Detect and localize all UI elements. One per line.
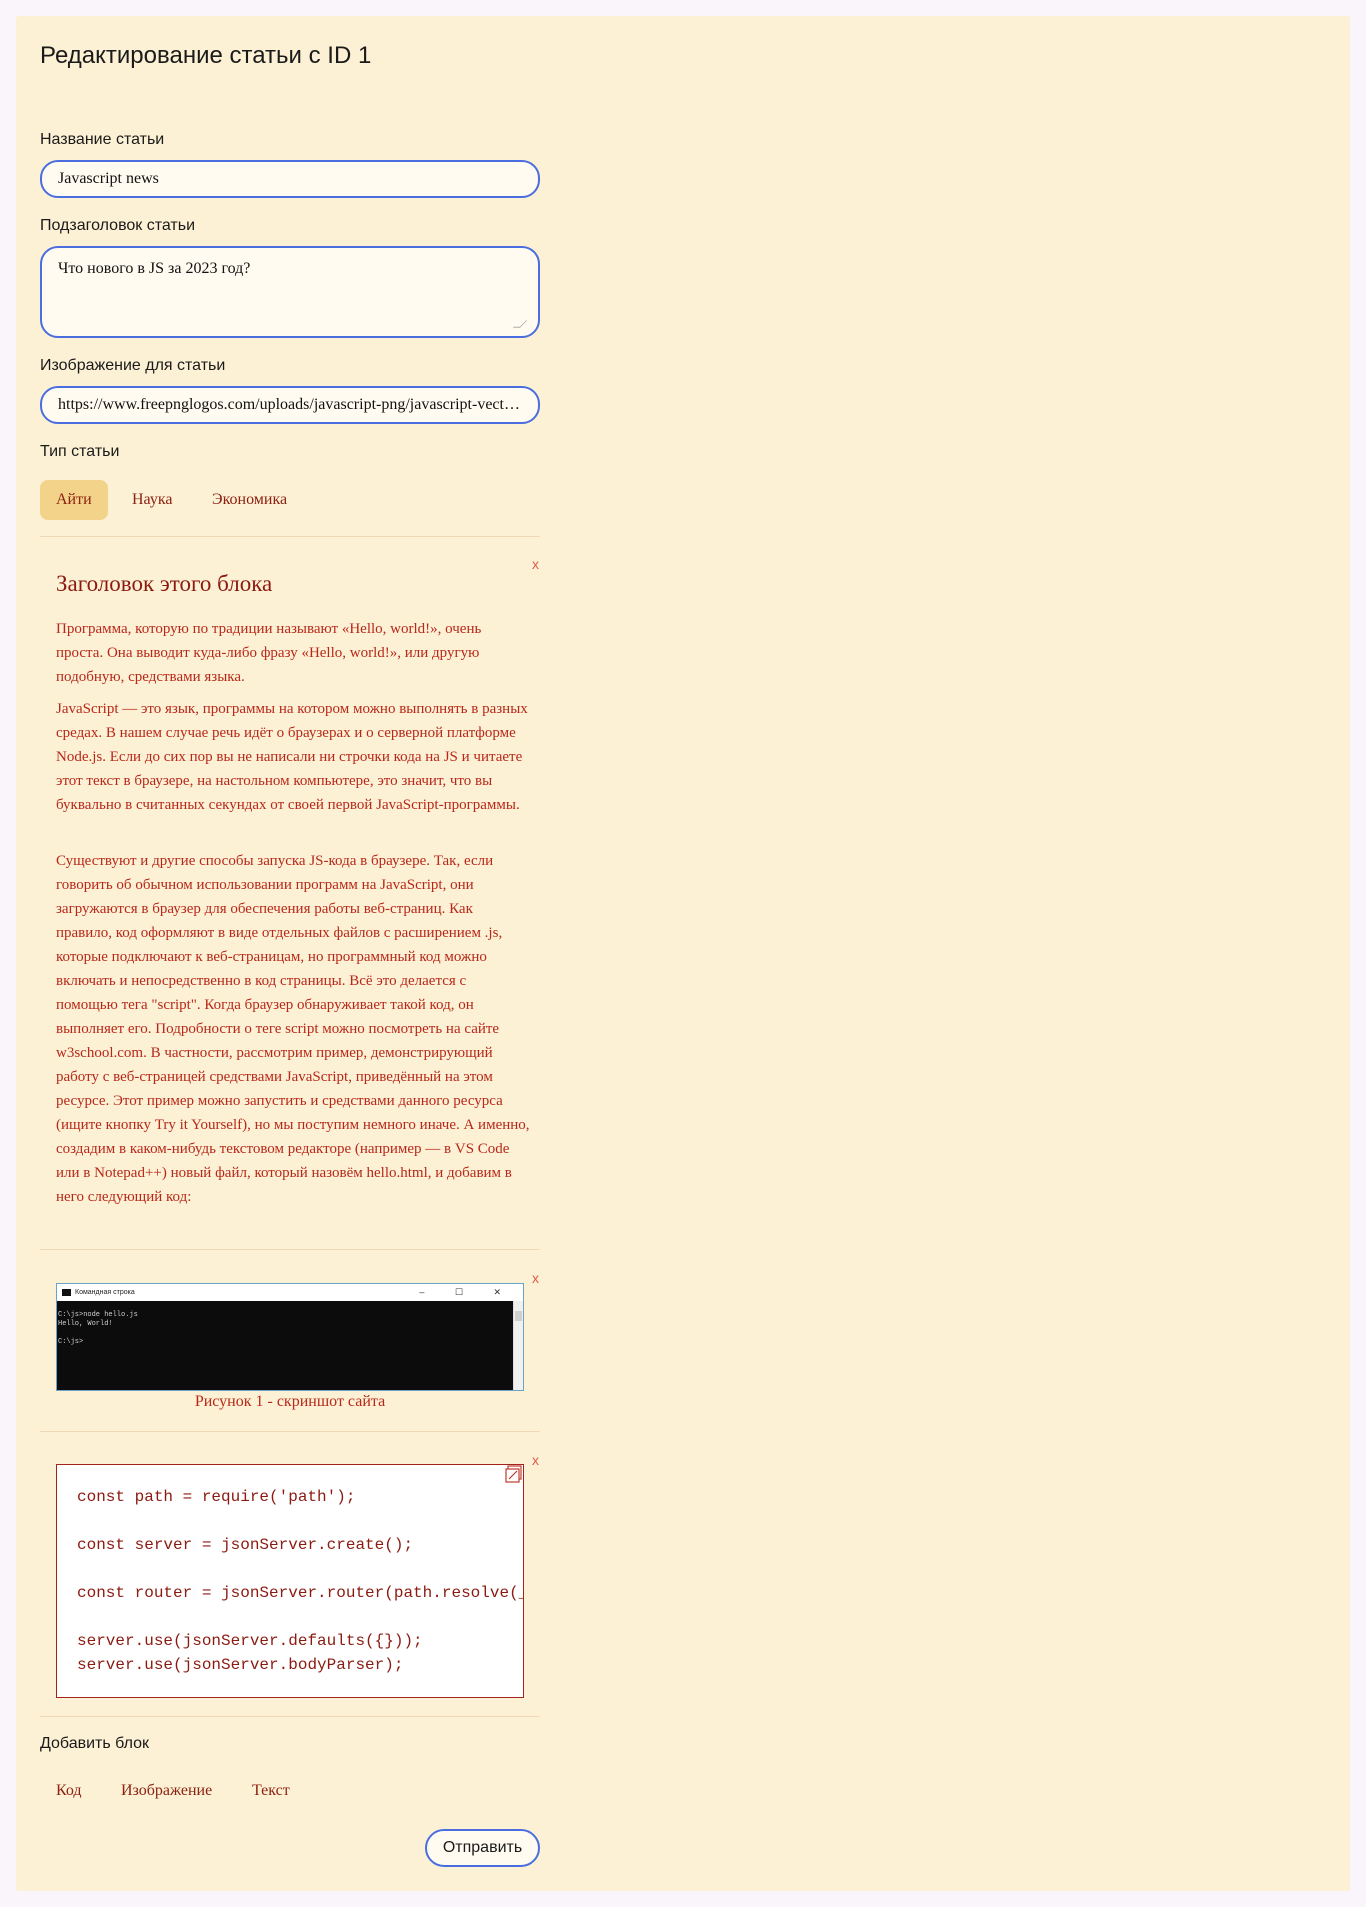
add-code-block-button[interactable]: Код <box>40 1774 98 1808</box>
divider <box>40 1431 540 1432</box>
text-block-title: Заголовок этого блока <box>56 571 273 596</box>
remove-image-block-button[interactable]: x <box>532 1270 539 1286</box>
title-input[interactable]: Javascript news <box>40 160 540 198</box>
type-chip-science[interactable]: Наука <box>116 480 188 520</box>
type-label: Тип статьи <box>40 443 120 460</box>
image-url-input[interactable]: https://www.freepnglogos.com/uploads/jav… <box>40 386 540 424</box>
code-block[interactable]: const path = require('path'); const serv… <box>56 1464 524 1698</box>
text-block-paragraph-3: Существуют и другие способы запуска JS-к… <box>56 853 530 1205</box>
subtitle-value: Что нового в JS за 2023 год? <box>58 260 251 277</box>
console-window-titlebar: Командная строка – ☐ ✕ <box>57 1284 523 1301</box>
console-icon <box>62 1289 71 1296</box>
console-output: C:\js>node hello.js Hello, World! C:\js> <box>57 1301 513 1390</box>
image-label: Изображение для статьи <box>40 357 226 374</box>
code-content: const path = require('path'); const serv… <box>77 1488 523 1674</box>
screenshot-image: Командная строка – ☐ ✕ C:\js>node hello.… <box>56 1283 524 1391</box>
console-scrollbar <box>513 1301 523 1390</box>
text-block-paragraph-1: Программа, которую по традиции называют … <box>56 621 482 685</box>
copy-code-icon[interactable] <box>505 1465 523 1483</box>
type-chip-economy[interactable]: Экономика <box>196 480 303 520</box>
title-label: Название статьи <box>40 131 165 148</box>
submit-button[interactable]: Отправить <box>425 1829 540 1867</box>
add-text-block-button[interactable]: Текст <box>236 1774 306 1808</box>
divider <box>40 1249 540 1250</box>
subtitle-textarea[interactable]: Что нового в JS за 2023 год? <box>40 246 540 338</box>
window-controls-icon: – ☐ ✕ <box>419 1287 515 1297</box>
page-title: Редактирование статьи с ID 1 <box>40 42 372 69</box>
subtitle-label: Подзаголовок статьи <box>40 217 196 234</box>
type-chip-it[interactable]: Айти <box>40 480 108 520</box>
remove-text-block-button[interactable]: x <box>532 556 539 572</box>
resize-handle-icon[interactable] <box>512 320 528 328</box>
text-block-paragraph-2: JavaScript — это язык, программы на кото… <box>56 701 528 813</box>
add-image-block-button[interactable]: Изображение <box>105 1774 228 1808</box>
image-caption: Рисунок 1 - скриншот сайта <box>194 1393 386 1410</box>
console-window-title: Командная строка <box>75 1289 135 1296</box>
divider <box>40 536 540 537</box>
add-block-label: Добавить блок <box>40 1735 150 1752</box>
remove-code-block-button[interactable]: x <box>532 1452 539 1468</box>
divider <box>40 1716 540 1717</box>
